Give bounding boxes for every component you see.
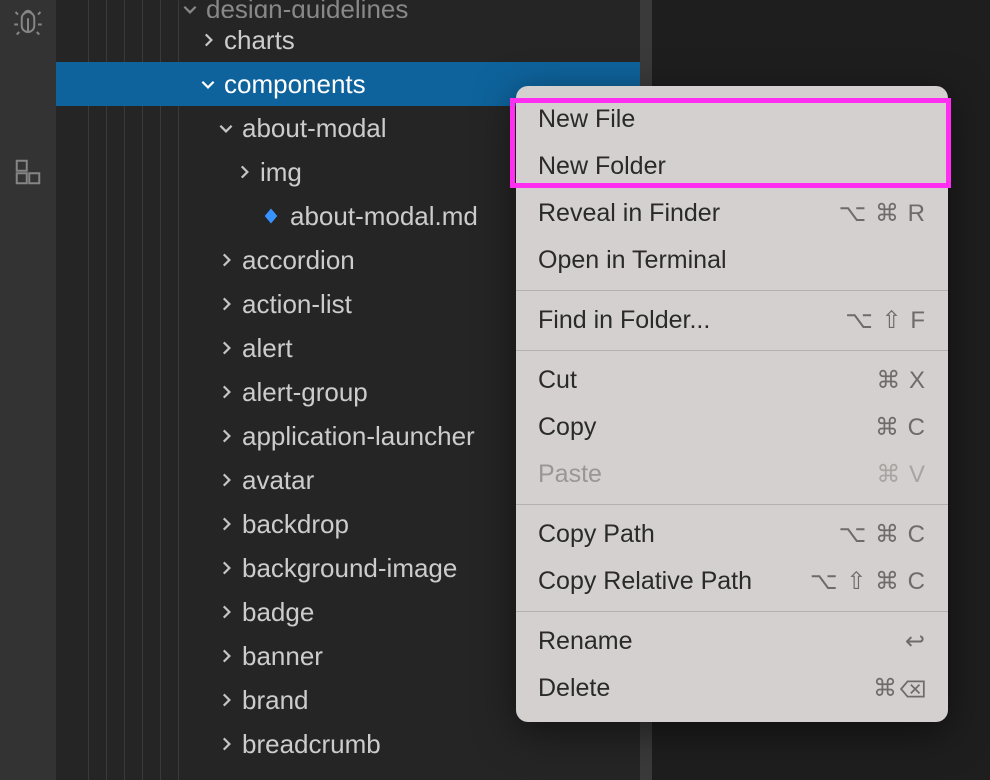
chevron-down-icon [198,74,218,94]
tree-item-label: banner [242,641,323,672]
menu-item[interactable]: Find in Folder... ⌥ ⇧ F [516,297,948,344]
chevron-right-icon [216,690,236,710]
tree-item-design-guidelines[interactable]: design-guidelines [56,0,652,18]
markdown-file-icon [260,205,282,227]
tree-item-label: application-launcher [242,421,475,452]
menu-item: Paste ⌘ V [516,451,948,498]
tree-item-label: avatar [242,465,314,496]
extensions-icon[interactable] [12,156,44,188]
menu-item-shortcut: ⌥ ⇧ F [845,306,926,335]
tree-item-label: action-list [242,289,352,320]
tree-item[interactable]: breadcrumb [56,722,652,766]
chevron-right-icon [216,470,236,490]
menu-item-shortcut: ⌘ V [876,460,926,489]
tree-item-label: about-modal.md [290,201,478,232]
menu-item-label: Copy [538,413,596,442]
chevron-right-icon [198,30,218,50]
menu-item-label: Rename [538,627,633,656]
chevron-right-icon [216,338,236,358]
menu-separator [516,350,948,351]
menu-item-label: Open in Terminal [538,246,727,275]
menu-item-label: Paste [538,460,602,489]
menu-item-shortcut: ⌥ ⌘ C [839,520,926,549]
tree-item-label: img [260,157,302,188]
tree-item[interactable]: charts [56,18,652,62]
tree-item-label: components [224,69,366,100]
menu-item-shortcut: ⌥ ⇧ ⌘ C [810,567,926,596]
tree-item-label: about-modal [242,113,387,144]
tree-item-label: background-image [242,553,457,584]
chevron-down-icon [180,0,200,18]
menu-item-label: Delete [538,674,610,703]
activity-bar [0,0,56,780]
menu-item-shortcut: ⌘ X [876,366,926,395]
chevron-right-icon [234,162,254,182]
menu-item[interactable]: Copy ⌘ C [516,404,948,451]
menu-separator [516,290,948,291]
menu-item-label: Reveal in Finder [538,199,720,228]
chevron-right-icon [216,646,236,666]
menu-item[interactable]: New Folder [516,143,948,190]
tree-item-label: backdrop [242,509,349,540]
debug-icon[interactable] [12,6,44,38]
tree-item-label: breadcrumb [242,729,381,760]
menu-item-label: New File [538,105,635,134]
menu-item-shortcut: ⌘ C [875,413,926,442]
menu-item-label: Copy Path [538,520,655,549]
tree-item-label: alert-group [242,377,368,408]
chevron-right-icon [216,734,236,754]
chevron-right-icon [216,514,236,534]
menu-item[interactable]: Copy Path ⌥ ⌘ C [516,511,948,558]
menu-item[interactable]: Delete ⌘ [516,665,948,712]
spacer [234,206,254,226]
chevron-right-icon [216,250,236,270]
context-menu: New File New Folder Reveal in Finder ⌥ ⌘ R O… [516,86,948,722]
menu-item-label: New Folder [538,152,666,181]
chevron-right-icon [216,294,236,314]
menu-item[interactable]: Rename ↩ [516,618,948,665]
menu-item-shortcut: ⌘ [873,674,926,703]
menu-item-shortcut: ⌥ ⌘ R [839,199,926,228]
menu-item[interactable]: Cut ⌘ X [516,357,948,404]
chevron-right-icon [216,558,236,578]
menu-item-label: Find in Folder... [538,306,710,335]
chevron-right-icon [216,382,236,402]
menu-separator [516,504,948,505]
menu-item[interactable]: Reveal in Finder ⌥ ⌘ R [516,190,948,237]
menu-item-shortcut: ↩ [905,627,926,656]
tree-item-label: accordion [242,245,355,276]
tree-item-label: design-guidelines [206,0,408,18]
tree-item-label: charts [224,25,295,56]
menu-item[interactable]: Open in Terminal [516,237,948,284]
menu-item[interactable]: New File [516,96,948,143]
menu-item-label: Cut [538,366,577,395]
menu-separator [516,611,948,612]
chevron-right-icon [216,602,236,622]
chevron-right-icon [216,426,236,446]
tree-item-label: alert [242,333,293,364]
chevron-down-icon [216,118,236,138]
menu-item-label: Copy Relative Path [538,567,752,596]
tree-item-label: brand [242,685,309,716]
tree-item-label: badge [242,597,314,628]
menu-item[interactable]: Copy Relative Path ⌥ ⇧ ⌘ C [516,558,948,605]
